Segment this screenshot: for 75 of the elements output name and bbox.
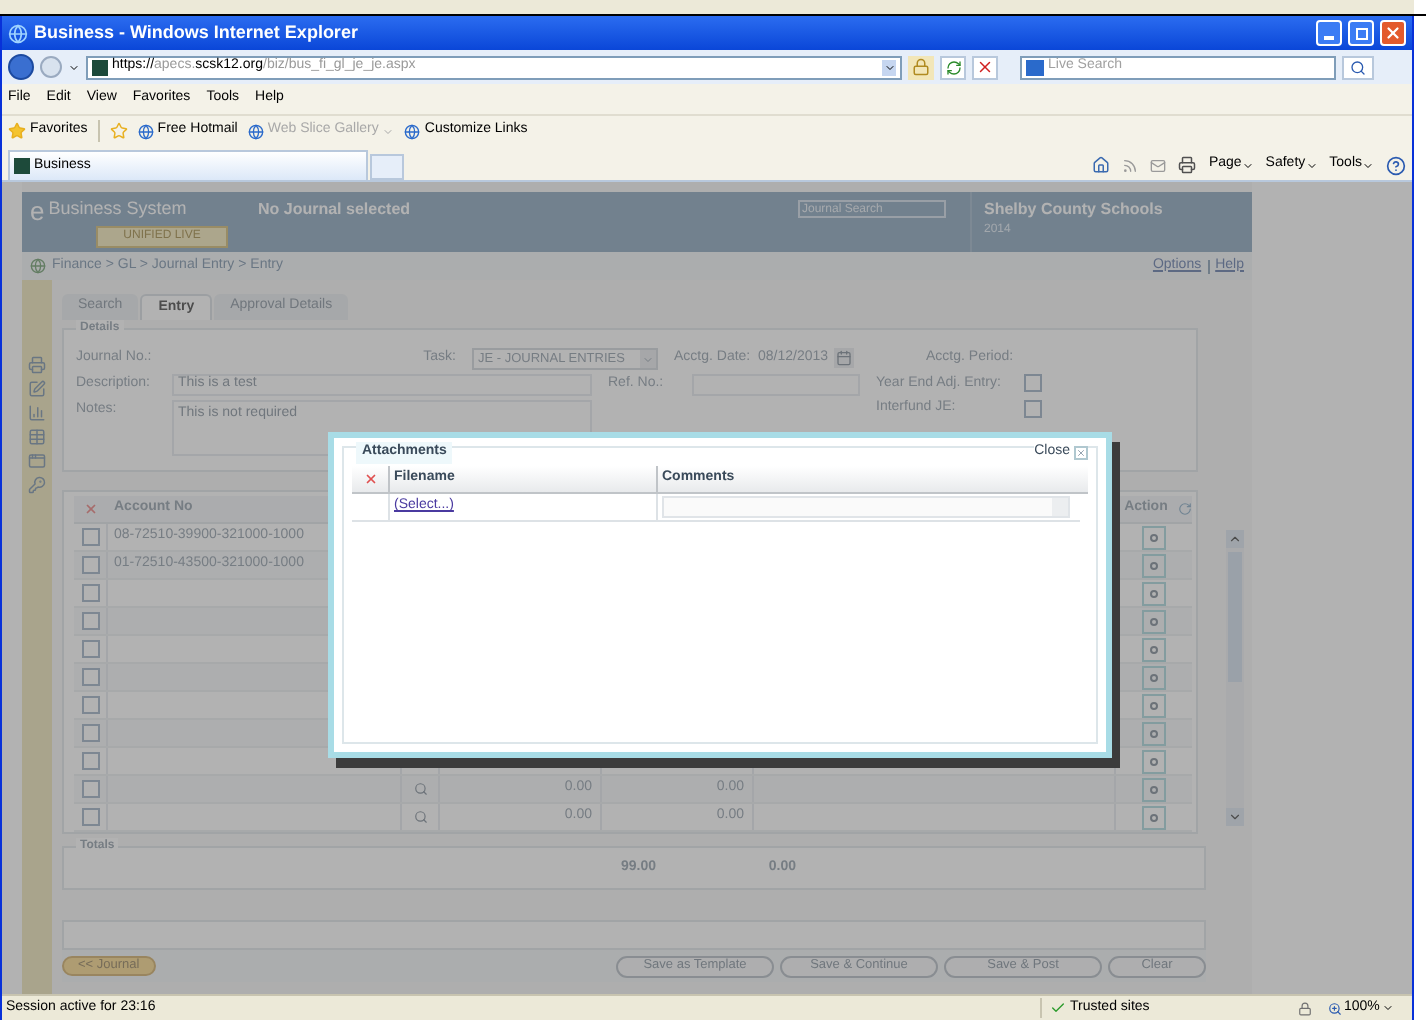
zoom-icon (1328, 1001, 1342, 1015)
checkbox[interactable] (1024, 374, 1042, 392)
action-button[interactable] (1142, 777, 1166, 801)
table-icon[interactable] (28, 428, 46, 446)
globe-icon (247, 123, 264, 139)
globe-icon (404, 123, 421, 139)
add-favorites-icon[interactable] (109, 122, 128, 140)
refresh-icon[interactable] (1178, 502, 1193, 516)
back-button[interactable] (8, 54, 34, 80)
organization-name: Shelby County Schools (984, 198, 1163, 222)
feed-icon[interactable] (1122, 157, 1139, 173)
checkbox[interactable] (81, 612, 99, 630)
checkmark-icon (1050, 1000, 1066, 1016)
edit-icon[interactable] (28, 380, 46, 398)
checkbox[interactable] (81, 724, 99, 742)
checkbox[interactable] (1024, 400, 1042, 418)
window-title: Business - Windows Internet Explorer (34, 19, 358, 46)
lock-icon (908, 55, 934, 79)
close-icon[interactable] (1074, 445, 1088, 460)
action-button[interactable] (1142, 721, 1166, 745)
chart-icon[interactable] (28, 404, 46, 422)
scroll-up-icon[interactable] (1226, 530, 1244, 548)
app-logo: e (30, 197, 45, 223)
forward-button[interactable] (40, 56, 62, 78)
dropdown-icon[interactable] (882, 59, 896, 75)
scroll-down-icon[interactable] (1226, 808, 1244, 826)
scrollbar[interactable] (1226, 530, 1244, 826)
action-button[interactable] (1142, 805, 1166, 829)
action-button[interactable] (1142, 525, 1166, 549)
caret-icon (1362, 159, 1374, 171)
checkbox[interactable] (81, 668, 99, 686)
caret-icon (382, 125, 395, 137)
search-icon[interactable] (1342, 55, 1374, 79)
close-icon (1384, 24, 1402, 42)
checkbox[interactable] (81, 640, 99, 658)
mail-icon[interactable] (1150, 157, 1167, 173)
restore-button[interactable] (1348, 20, 1374, 46)
dropdown-icon[interactable] (68, 61, 80, 73)
refresh-icon[interactable] (940, 55, 966, 79)
printer-icon[interactable] (1178, 156, 1197, 174)
checkbox[interactable] (81, 556, 99, 574)
action-button[interactable] (1142, 749, 1166, 773)
caret-icon (642, 353, 654, 365)
star-icon (8, 122, 26, 140)
action-button[interactable] (1142, 693, 1166, 717)
search-provider-icon (1026, 59, 1044, 75)
checkbox[interactable] (81, 696, 99, 714)
journal-status: No Journal selected (258, 198, 413, 222)
checkbox[interactable] (81, 752, 99, 770)
caret-icon (1381, 1002, 1394, 1014)
checkbox[interactable] (81, 780, 99, 798)
action-button[interactable] (1142, 553, 1166, 577)
stop-icon[interactable] (972, 55, 998, 79)
action-button[interactable] (1142, 637, 1166, 661)
window-icon[interactable] (28, 452, 46, 470)
caret-icon (1241, 159, 1254, 171)
close-button[interactable] (1380, 20, 1406, 46)
checkbox[interactable] (81, 584, 99, 602)
calendar-icon[interactable] (834, 348, 854, 368)
new-tab-button[interactable] (370, 154, 404, 180)
globe-icon (137, 123, 154, 139)
checkbox[interactable] (81, 808, 99, 826)
action-button[interactable] (1142, 581, 1166, 605)
checkbox[interactable] (81, 528, 99, 546)
action-button[interactable] (1142, 609, 1166, 633)
site-icon (92, 59, 108, 75)
app-title: Business System (48, 196, 187, 223)
help-icon[interactable] (1386, 155, 1406, 175)
key-icon[interactable] (28, 476, 46, 494)
caret-icon (1305, 159, 1318, 171)
action-button[interactable] (1142, 665, 1166, 689)
comments-field[interactable] (662, 496, 1070, 518)
globe-icon (30, 258, 46, 274)
home-icon[interactable] (1092, 156, 1111, 174)
minimize-button[interactable] (1316, 20, 1342, 46)
